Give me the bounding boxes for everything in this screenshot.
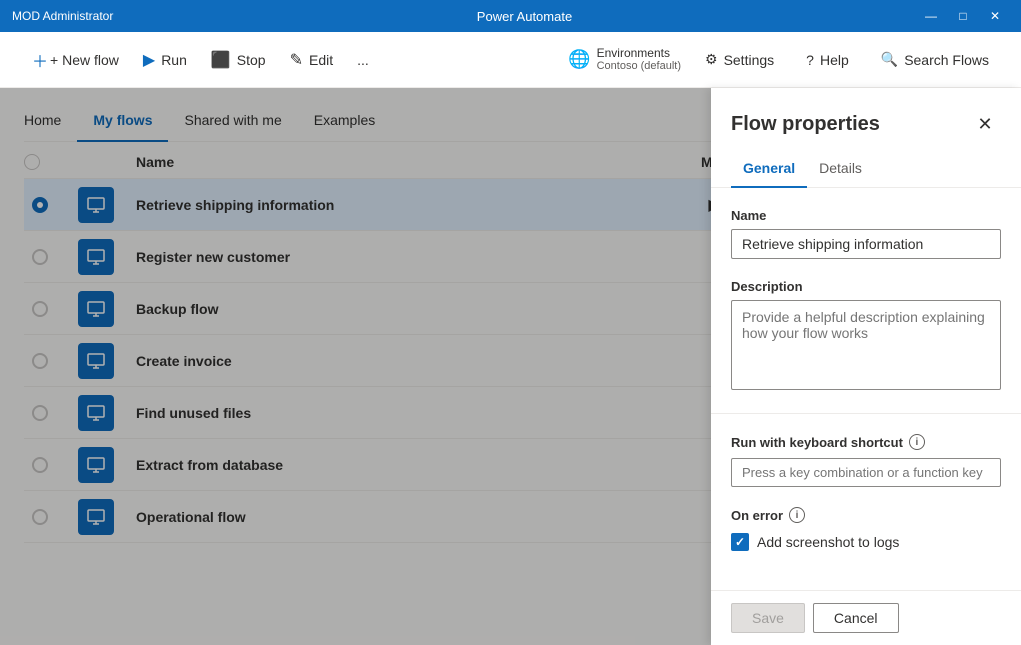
flow-properties-panel: Flow properties ✕ General Details Name D… xyxy=(711,88,1021,645)
shortcut-section-label: Run with keyboard shortcut i xyxy=(731,434,1001,450)
edit-button[interactable]: ✎ Edit xyxy=(282,44,342,76)
plus-icon: ＋ xyxy=(32,48,48,72)
stop-button[interactable]: ⬛ Stop xyxy=(203,44,274,76)
stop-label: Stop xyxy=(237,52,266,68)
run-label: Run xyxy=(161,52,187,68)
title-bar: MOD Administrator Power Automate — □ ✕ xyxy=(0,0,1021,32)
on-error-label-text: On error xyxy=(731,508,783,523)
name-field-label: Name xyxy=(731,208,1001,223)
environment-sub: Contoso (default) xyxy=(597,60,681,73)
maximize-button[interactable]: □ xyxy=(949,5,977,27)
panel-tabs: General Details xyxy=(711,152,1021,188)
name-field-group: Name xyxy=(731,208,1001,259)
new-flow-label: + New flow xyxy=(50,52,119,68)
on-error-info-icon[interactable]: i xyxy=(789,507,805,523)
cancel-button[interactable]: Cancel xyxy=(813,603,899,633)
panel-tab-general[interactable]: General xyxy=(731,152,807,188)
environment-icon: 🌐 xyxy=(568,49,590,70)
more-button[interactable]: ... xyxy=(349,46,377,74)
settings-icon: ⚙ xyxy=(705,51,718,68)
main-area: Home My flows Shared with me Examples Na… xyxy=(0,88,1021,645)
title-bar-controls: — □ ✕ xyxy=(917,5,1009,27)
help-button[interactable]: ? Help xyxy=(798,46,857,74)
toolbar-right: 🌐 Environments Contoso (default) ⚙ Setti… xyxy=(568,45,997,74)
close-button[interactable]: ✕ xyxy=(981,5,1009,27)
description-field-group: Description xyxy=(731,279,1001,393)
panel-body: Name Description Run with keyboard short… xyxy=(711,188,1021,590)
shortcut-input-wrap xyxy=(731,458,1001,487)
environment-label: Environments Contoso (default) xyxy=(597,46,681,74)
screenshot-checkbox[interactable]: ✓ xyxy=(731,533,749,551)
screenshot-checkbox-label[interactable]: Add screenshot to logs xyxy=(757,534,899,550)
shortcut-label-text: Run with keyboard shortcut xyxy=(731,435,903,450)
search-icon: 🔍 xyxy=(881,51,898,68)
name-field-input[interactable] xyxy=(731,229,1001,259)
shortcut-info-icon[interactable]: i xyxy=(909,434,925,450)
environment-button[interactable]: 🌐 Environments Contoso (default) xyxy=(568,46,681,74)
more-label: ... xyxy=(357,52,369,68)
panel-header: Flow properties ✕ xyxy=(711,88,1021,140)
description-textarea[interactable] xyxy=(731,300,1001,390)
shortcut-field-group: Run with keyboard shortcut i xyxy=(731,434,1001,487)
on-error-label: On error i xyxy=(731,507,1001,523)
panel-close-button[interactable]: ✕ xyxy=(969,108,1001,140)
search-flows-label: Search Flows xyxy=(904,52,989,68)
help-label: Help xyxy=(820,52,849,68)
screenshot-checkbox-row: ✓ Add screenshot to logs xyxy=(731,533,1001,551)
run-button[interactable]: ▶ Run xyxy=(135,44,195,76)
run-icon: ▶ xyxy=(143,50,155,70)
on-error-section: On error i ✓ Add screenshot to logs xyxy=(731,507,1001,551)
description-field-label: Description xyxy=(731,279,1001,294)
panel-footer: Save Cancel xyxy=(711,590,1021,645)
new-flow-button[interactable]: ＋ + New flow xyxy=(24,42,127,78)
search-flows-button[interactable]: 🔍 Search Flows xyxy=(873,45,997,74)
panel-divider-1 xyxy=(711,413,1021,414)
shortcut-input[interactable] xyxy=(731,458,1001,487)
stop-icon: ⬛ xyxy=(211,50,231,70)
settings-label: Settings xyxy=(724,52,775,68)
title-bar-title: Power Automate xyxy=(132,9,917,24)
panel-tab-details[interactable]: Details xyxy=(807,152,874,188)
toolbar: ＋ + New flow ▶ Run ⬛ Stop ✎ Edit ... 🌐 E… xyxy=(0,32,1021,88)
environment-name: Environments xyxy=(597,46,681,60)
save-button[interactable]: Save xyxy=(731,603,805,633)
panel-title: Flow properties xyxy=(731,113,880,136)
minimize-button[interactable]: — xyxy=(917,5,945,27)
settings-button[interactable]: ⚙ Settings xyxy=(697,45,782,74)
checkmark-icon: ✓ xyxy=(735,535,745,549)
edit-label: Edit xyxy=(309,52,333,68)
help-icon: ? xyxy=(806,52,814,68)
edit-icon: ✎ xyxy=(290,50,303,70)
title-bar-spacer: MOD Administrator xyxy=(12,9,132,23)
